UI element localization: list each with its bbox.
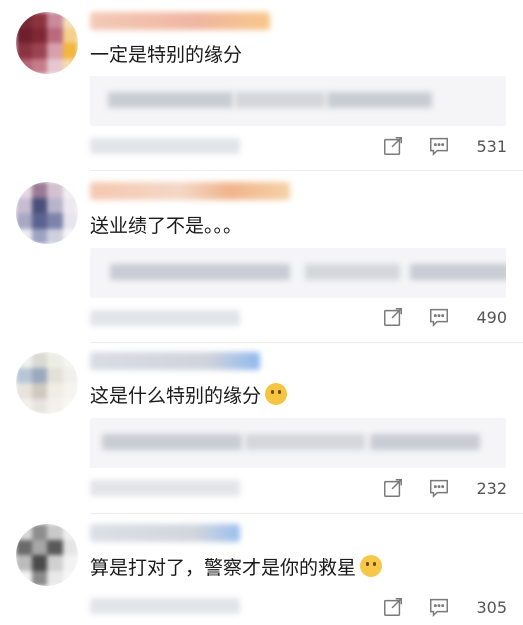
like-count: 305	[476, 597, 507, 617]
comment-text: 送业绩了不是。。。	[90, 215, 243, 237]
reply-preview[interactable]	[90, 418, 506, 468]
like-button[interactable]: 232	[470, 479, 507, 498]
like-count: 531	[476, 136, 507, 156]
comment-icon[interactable]	[416, 474, 462, 502]
username[interactable]	[90, 182, 290, 200]
666-emoji	[360, 555, 383, 577]
share-icon[interactable]	[370, 132, 416, 160]
avatar[interactable]	[16, 524, 78, 586]
comment-text: 一定是特别的缘分	[90, 44, 243, 66]
reply-preview[interactable]	[90, 248, 506, 298]
share-icon[interactable]	[370, 303, 416, 331]
like-count: 232	[476, 478, 507, 498]
share-icon[interactable]	[370, 474, 416, 502]
username[interactable]	[90, 12, 270, 30]
comment-meta	[90, 138, 240, 154]
doge-emoji	[265, 383, 288, 405]
avatar[interactable]	[16, 12, 78, 74]
reply-preview[interactable]	[90, 76, 506, 126]
comment-text: 算是打对了，警察才是你的救星	[90, 555, 383, 581]
comment-icon[interactable]	[416, 303, 462, 331]
share-icon[interactable]	[370, 593, 416, 621]
comment-text: 这是什么特别的缘分	[90, 383, 288, 409]
comment-icon[interactable]	[416, 132, 462, 160]
like-count: 490	[476, 307, 507, 327]
like-button[interactable]: 490	[470, 308, 507, 327]
like-button[interactable]: 305	[470, 598, 507, 617]
comment-meta	[90, 598, 240, 614]
comment-meta	[90, 480, 240, 496]
username[interactable]	[90, 524, 240, 542]
username[interactable]	[90, 352, 260, 370]
avatar[interactable]	[16, 352, 78, 414]
avatar[interactable]	[16, 182, 78, 244]
like-button[interactable]: 531	[470, 137, 507, 156]
comment-icon[interactable]	[416, 593, 462, 621]
comment-meta	[90, 310, 240, 326]
